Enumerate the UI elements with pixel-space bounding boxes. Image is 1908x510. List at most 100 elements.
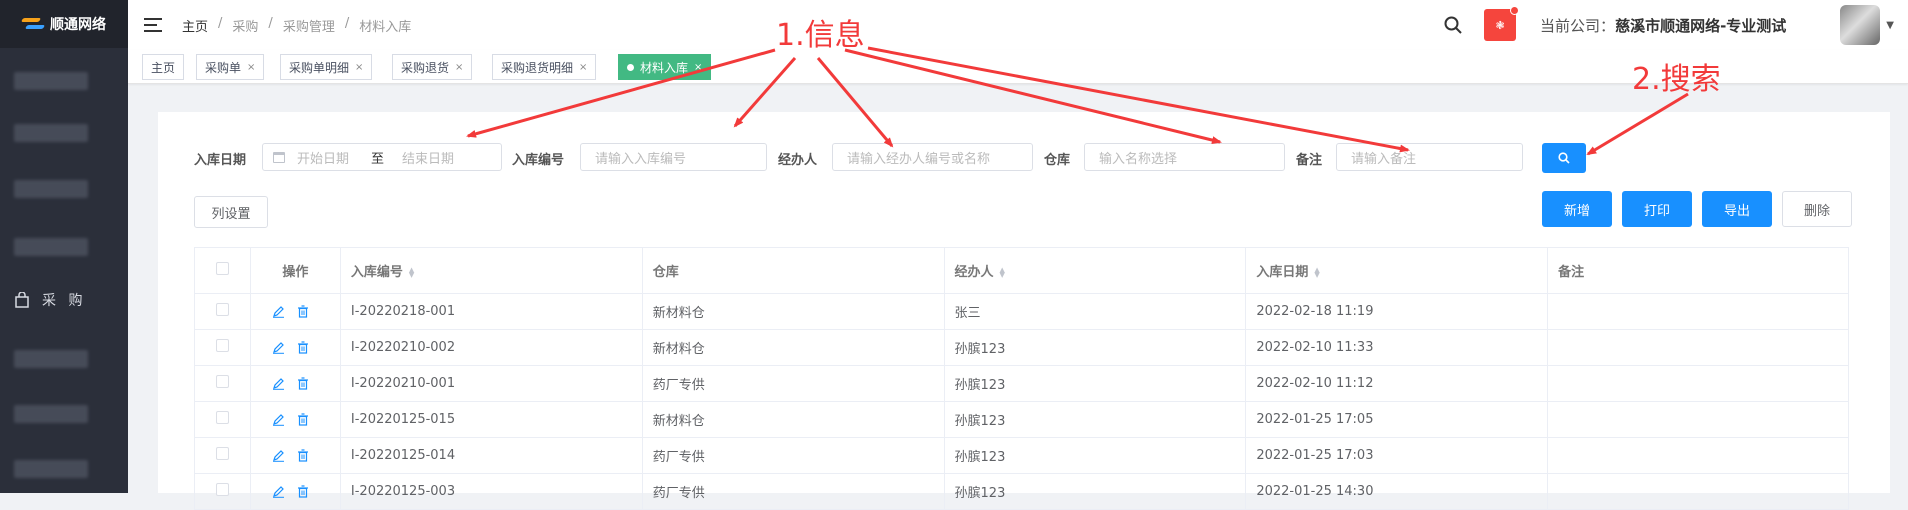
blurred-nav-item[interactable] bbox=[14, 460, 88, 478]
edit-icon[interactable] bbox=[272, 377, 285, 390]
table-row[interactable]: I-20220125-003 药厂专供 孙膑123 2022-01-25 14:30 bbox=[194, 473, 1849, 510]
blurred-nav-item[interactable] bbox=[14, 124, 88, 142]
table-row[interactable]: I-20220125-014 药厂专供 孙膑123 2022-01-25 17:03 bbox=[194, 437, 1849, 474]
table-row[interactable]: I-20220218-001 新材料仓 张三 2022-02-18 11:19 bbox=[194, 293, 1849, 330]
warehouse-label: 仓库 bbox=[1044, 153, 1071, 168]
delete-icon[interactable] bbox=[297, 341, 309, 354]
breadcrumb-separator: / bbox=[218, 15, 223, 31]
date-separator: 至 bbox=[371, 151, 385, 167]
breadcrumb-separator: / bbox=[344, 15, 350, 31]
cell-handler: 孙膑123 bbox=[943, 401, 1247, 438]
row-ops-cell bbox=[249, 293, 341, 330]
tab-home[interactable]: 主页 bbox=[142, 54, 185, 80]
blurred-nav-item[interactable] bbox=[14, 238, 88, 256]
delete-button[interactable]: 删除 bbox=[1782, 191, 1852, 227]
tab-purchase-order[interactable]: 采购单 × bbox=[196, 54, 265, 80]
sidebar: 顺通网络 采 购 bbox=[0, 0, 128, 493]
bag-icon bbox=[15, 292, 29, 308]
search-icon[interactable] bbox=[1444, 16, 1462, 34]
blurred-nav-item[interactable] bbox=[14, 405, 88, 423]
blurred-nav-item[interactable] bbox=[14, 72, 88, 90]
column-settings-button[interactable]: 列设置 bbox=[194, 196, 268, 228]
cell-code: I-20220125-003 bbox=[339, 473, 643, 510]
search-button[interactable] bbox=[1542, 143, 1586, 173]
notification-icon[interactable]: ❃ bbox=[1484, 6, 1520, 41]
edit-icon[interactable] bbox=[272, 485, 285, 498]
row-checkbox[interactable] bbox=[215, 375, 229, 388]
warehouse-select[interactable]: 输入名称选择 bbox=[1084, 143, 1285, 171]
add-button[interactable]: 新增 bbox=[1542, 191, 1612, 227]
tab-purchase-return-detail[interactable]: 采购退货明细 × bbox=[492, 54, 597, 80]
select-all-cell bbox=[194, 247, 251, 294]
delete-icon[interactable] bbox=[297, 485, 309, 498]
menu-toggle-icon[interactable] bbox=[144, 18, 162, 32]
inbound-code-input[interactable]: 请输入入库编号 bbox=[580, 143, 767, 171]
cell-handler: 孙膑123 bbox=[943, 329, 1247, 366]
current-company: 当前公司：慈溪市顺通网络-专业测试 bbox=[1540, 15, 1786, 36]
close-icon[interactable]: × bbox=[247, 62, 255, 73]
col-header-code[interactable]: 入库编号 ▲ ▼ bbox=[339, 247, 643, 294]
delete-icon[interactable] bbox=[297, 413, 309, 426]
breadcrumb-item[interactable]: 采购 bbox=[232, 16, 258, 35]
delete-icon[interactable] bbox=[297, 305, 309, 318]
row-checkbox[interactable] bbox=[215, 447, 229, 460]
print-button[interactable]: 打印 bbox=[1622, 191, 1692, 227]
select-all-checkbox[interactable] bbox=[215, 262, 229, 275]
logo-icon bbox=[20, 16, 46, 32]
sort-icon[interactable]: ▲ ▼ bbox=[1314, 266, 1319, 278]
remark-input[interactable]: 请输入备注 bbox=[1336, 143, 1523, 171]
sort-icon[interactable]: ▲ ▼ bbox=[409, 266, 414, 278]
close-icon[interactable]: × bbox=[579, 62, 587, 73]
blurred-nav-item[interactable] bbox=[14, 350, 88, 368]
col-header-date[interactable]: 入库日期 ▲ ▼ bbox=[1245, 247, 1549, 294]
table-row[interactable]: I-20220210-001 药厂专供 孙膑123 2022-02-10 11:12 bbox=[194, 365, 1849, 402]
chevron-down-icon[interactable]: ▼ bbox=[1886, 20, 1894, 31]
date-end-input[interactable]: 结束日期 bbox=[402, 148, 454, 167]
avatar[interactable] bbox=[1840, 5, 1881, 45]
remark-label: 备注 bbox=[1296, 153, 1323, 168]
date-range-picker[interactable]: 开始日期 至 结束日期 bbox=[262, 143, 502, 171]
close-icon[interactable]: × bbox=[355, 62, 363, 73]
breadcrumb-item[interactable]: 主页 bbox=[182, 16, 208, 35]
table-row[interactable]: I-20220125-015 新材料仓 孙膑123 2022-01-25 17:05 bbox=[194, 401, 1849, 438]
logo-text: 顺通网络 bbox=[50, 17, 106, 33]
tab-purchase-order-detail[interactable]: 采购单明细 × bbox=[280, 54, 373, 80]
delete-icon[interactable] bbox=[297, 449, 309, 462]
export-button[interactable]: 导出 bbox=[1702, 191, 1772, 227]
tab-material-inbound[interactable]: 材料入库 × bbox=[618, 54, 712, 80]
cell-date: 2022-01-25 17:03 bbox=[1245, 437, 1549, 474]
tab-label: 采购单 bbox=[205, 60, 242, 75]
edit-icon[interactable] bbox=[272, 413, 285, 426]
blurred-nav-item[interactable] bbox=[14, 180, 88, 198]
tab-label: 采购退货明细 bbox=[501, 60, 574, 75]
edit-icon[interactable] bbox=[272, 449, 285, 462]
breadcrumb: 主页 / 采购 / 采购管理 / 材料入库 bbox=[182, 16, 411, 35]
logo: 顺通网络 bbox=[0, 0, 128, 48]
edit-icon[interactable] bbox=[272, 305, 285, 318]
date-start-input[interactable]: 开始日期 bbox=[297, 148, 371, 167]
col-header-label: 入库编号 bbox=[350, 265, 403, 280]
delete-icon[interactable] bbox=[297, 377, 309, 390]
handler-input[interactable]: 请输入经办人编号或名称 bbox=[832, 143, 1033, 171]
cell-remark bbox=[1547, 473, 1849, 510]
sidebar-item-label: 采 购 bbox=[42, 293, 87, 309]
tab-purchase-return[interactable]: 采购退货 × bbox=[392, 54, 473, 80]
row-select-cell bbox=[194, 401, 251, 438]
close-icon[interactable]: × bbox=[694, 62, 702, 73]
edit-icon[interactable] bbox=[272, 341, 285, 354]
sidebar-item-purchase[interactable]: 采 购 bbox=[14, 290, 86, 310]
col-header-handler[interactable]: 经办人 ▲ ▼ bbox=[943, 247, 1247, 294]
handler-label: 经办人 bbox=[778, 153, 818, 168]
cell-warehouse: 新材料仓 bbox=[641, 293, 945, 330]
row-checkbox[interactable] bbox=[215, 339, 229, 352]
active-dot-icon bbox=[627, 63, 634, 71]
breadcrumb-item[interactable]: 采购管理 bbox=[283, 16, 335, 35]
table-row[interactable]: I-20220210-002 新材料仓 孙膑123 2022-02-10 11:33 bbox=[194, 329, 1849, 366]
close-icon[interactable]: × bbox=[455, 62, 463, 73]
row-checkbox[interactable] bbox=[215, 303, 229, 316]
date-label: 入库日期 bbox=[194, 153, 247, 168]
row-checkbox[interactable] bbox=[215, 483, 229, 496]
cell-handler: 孙膑123 bbox=[943, 365, 1247, 402]
row-checkbox[interactable] bbox=[215, 411, 229, 424]
sort-icon[interactable]: ▲ ▼ bbox=[1000, 266, 1005, 278]
